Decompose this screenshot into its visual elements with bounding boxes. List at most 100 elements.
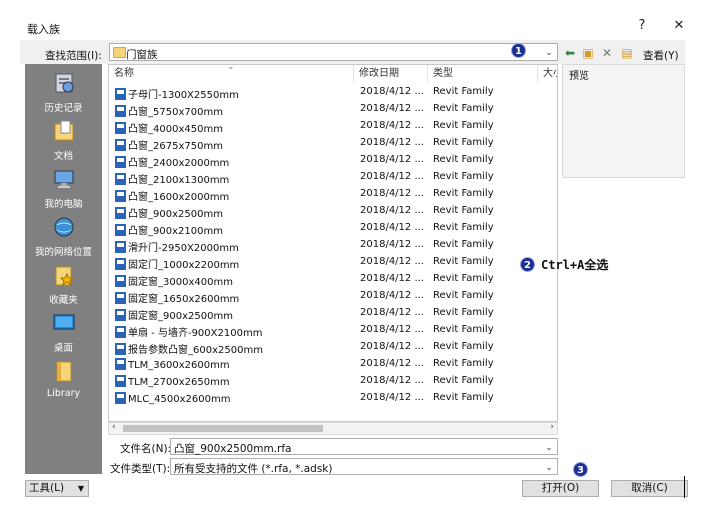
- file-date-cell: 2018/4/12 ...: [360, 188, 424, 199]
- rfa-file-icon: [115, 173, 126, 185]
- file-date-cell: 2018/4/12 ...: [360, 137, 424, 148]
- rfa-file-icon: [115, 358, 126, 370]
- place-label: 收藏夹: [49, 295, 78, 306]
- file-name: 单扇 - 与墙齐-900X2100mm: [128, 328, 263, 339]
- filename-input[interactable]: 凸窗_900x2500mm.rfa ⌄: [170, 438, 558, 455]
- place-favorites[interactable]: 收藏夹: [25, 264, 102, 306]
- file-row[interactable]: 报告参数凸窗_600x2500mm 2018/4/12 ... Revit Fami…: [109, 339, 557, 356]
- file-row[interactable]: 凸窗_2100x1300mm 2018/4/12 ... Revit Family: [109, 169, 557, 186]
- rfa-file-icon: [115, 326, 126, 338]
- place-computer[interactable]: 我的电脑: [25, 168, 102, 210]
- up-folder-icon[interactable]: ▣: [581, 47, 595, 60]
- scroll-thumb[interactable]: [123, 425, 323, 432]
- file-row[interactable]: 凸窗_2675x750mm 2018/4/12 ... Revit Family: [109, 135, 557, 152]
- rfa-file-icon: [115, 343, 126, 355]
- file-name-cell: 凸窗_2675x750mm: [115, 137, 223, 152]
- preview-label: 预览: [569, 71, 589, 82]
- rfa-file-icon: [115, 275, 126, 287]
- file-row[interactable]: 子母门-1300X2550mm 2018/4/12 ... Revit Family: [109, 84, 557, 101]
- filename-value: 凸窗_900x2500mm.rfa: [174, 443, 292, 455]
- file-date-cell: 2018/4/12 ...: [360, 205, 424, 216]
- scroll-right-icon[interactable]: ›: [550, 422, 554, 432]
- column-header-type[interactable]: 类型: [428, 65, 538, 82]
- lookin-label: 查找范围(I):: [45, 50, 102, 62]
- file-row[interactable]: 凸窗_2400x2000mm 2018/4/12 ... Revit Family: [109, 152, 557, 169]
- folder-icon: [113, 47, 126, 58]
- file-name: 固定门_1000x2200mm: [128, 260, 240, 271]
- file-name: 滑升门-2950X2000mm: [128, 243, 239, 254]
- frame-edge: [684, 476, 685, 498]
- file-row[interactable]: 凸窗_4000x450mm 2018/4/12 ... Revit Family: [109, 118, 557, 135]
- rfa-file-icon: [115, 139, 126, 151]
- file-date-cell: 2018/4/12 ...: [360, 171, 424, 182]
- file-type-cell: Revit Family: [433, 375, 494, 386]
- scroll-left-icon[interactable]: ‹: [112, 422, 116, 432]
- file-date-cell: 2018/4/12 ...: [360, 256, 424, 267]
- file-name: 凸窗_2100x1300mm: [128, 175, 230, 186]
- place-documents[interactable]: 文档: [25, 120, 102, 162]
- column-header-size[interactable]: 大小: [538, 65, 557, 82]
- file-row[interactable]: 固定窗_3000x400mm 2018/4/12 ... Revit Family: [109, 271, 557, 288]
- help-button[interactable]: ?: [633, 17, 651, 35]
- close-button[interactable]: ✕: [670, 17, 688, 35]
- filetype-select[interactable]: 所有受支持的文件 (*.rfa, *.adsk) ⌄: [170, 458, 558, 475]
- rfa-file-icon: [115, 207, 126, 219]
- file-name-cell: 固定窗_900x2500mm: [115, 307, 233, 322]
- view-menu-button[interactable]: 查看(Y): [643, 48, 679, 63]
- file-row[interactable]: MLC_4500x2600mm 2018/4/12 ... Revit Family: [109, 390, 557, 407]
- file-name: 凸窗_5750x700mm: [128, 107, 223, 118]
- file-row[interactable]: TLM_2700x2650mm 2018/4/12 ... Revit Family: [109, 373, 557, 390]
- rfa-file-icon: [115, 122, 126, 134]
- file-row[interactable]: 凸窗_900x2100mm 2018/4/12 ... Revit Family: [109, 220, 557, 237]
- file-name-cell: 凸窗_5750x700mm: [115, 103, 223, 118]
- file-date-cell: 2018/4/12 ...: [360, 392, 424, 403]
- file-name: 固定窗_900x2500mm: [128, 311, 233, 322]
- horizontal-scrollbar[interactable]: ‹ ›: [108, 422, 558, 435]
- chevron-down-icon[interactable]: ⌄: [543, 46, 555, 60]
- file-name-cell: 凸窗_1600x2000mm: [115, 188, 229, 203]
- callout-1: 1: [511, 43, 526, 58]
- file-row[interactable]: TLM_3600x2600mm 2018/4/12 ... Revit Family: [109, 356, 557, 373]
- file-type-cell: Revit Family: [433, 392, 494, 403]
- file-row[interactable]: 凸窗_5750x700mm 2018/4/12 ... Revit Family: [109, 101, 557, 118]
- file-type-cell: Revit Family: [433, 222, 494, 233]
- file-date-cell: 2018/4/12 ...: [360, 120, 424, 131]
- file-date-cell: 2018/4/12 ...: [360, 273, 424, 284]
- file-date-cell: 2018/4/12 ...: [360, 86, 424, 97]
- select-all-annotation: Ctrl+A全选: [541, 258, 609, 272]
- rfa-file-icon: [115, 392, 126, 404]
- load-family-dialog: 载入族 ? ✕ 查找范围(I): 门窗族 ⌄ 1 ⬅ ▣ ✕ ▤ 查看(Y) 历…: [0, 0, 705, 511]
- file-name-cell: 固定门_1000x2200mm: [115, 256, 239, 271]
- new-folder-icon[interactable]: ▤: [620, 47, 634, 60]
- delete-icon[interactable]: ✕: [600, 47, 614, 60]
- open-button[interactable]: 打开(O): [522, 480, 599, 497]
- file-row[interactable]: 固定窗_900x2500mm 2018/4/12 ... Revit Family: [109, 305, 557, 322]
- file-name: 凸窗_900x2100mm: [128, 226, 223, 237]
- back-arrow-icon[interactable]: ⬅: [563, 47, 577, 60]
- place-network[interactable]: 我的网络位置: [25, 216, 102, 258]
- file-name: 子母门-1300X2550mm: [128, 90, 239, 101]
- file-name: 凸窗_2675x750mm: [128, 141, 223, 152]
- file-row[interactable]: 凸窗_1600x2000mm 2018/4/12 ... Revit Family: [109, 186, 557, 203]
- file-row[interactable]: 固定窗_1650x2600mm 2018/4/12 ... Revit Family: [109, 288, 557, 305]
- cancel-button[interactable]: 取消(C): [611, 480, 688, 497]
- file-row[interactable]: 单扇 - 与墙齐-900X2100mm 2018/4/12 ... Revit Fa…: [109, 322, 557, 339]
- file-list[interactable]: 名称 修改日期 类型 大小 ⌄ 子母门-1300X2550mm2018/4/12…: [108, 64, 558, 422]
- tools-button[interactable]: 工具(L) ▼: [25, 480, 89, 497]
- place-library[interactable]: Library: [25, 360, 102, 399]
- place-label: Library: [46, 388, 81, 399]
- file-row[interactable]: 凸窗_900x2500mm 2018/4/12 ... Revit Family: [109, 203, 557, 220]
- lookin-combo[interactable]: 门窗族 ⌄: [109, 43, 558, 61]
- chevron-down-icon[interactable]: ⌄: [543, 461, 555, 475]
- place-desktop[interactable]: 桌面: [25, 312, 102, 354]
- column-header-date[interactable]: 修改日期: [354, 65, 428, 82]
- file-row[interactable]: 滑升门-2950X2000mm 2018/4/12 ... Revit Family: [109, 237, 557, 254]
- rfa-file-icon: [115, 88, 126, 100]
- place-history[interactable]: 历史记录: [25, 72, 102, 114]
- file-row[interactable]: 固定门_1000x2200mm 2018/4/12 ... Revit Family: [109, 254, 557, 271]
- rfa-file-icon: [115, 309, 126, 321]
- file-date-cell: 2018/4/12 ...: [360, 239, 424, 250]
- chevron-down-icon[interactable]: ⌄: [543, 441, 555, 455]
- file-name: 凸窗_4000x450mm: [128, 124, 223, 135]
- filetype-label: 文件类型(T):: [110, 463, 171, 475]
